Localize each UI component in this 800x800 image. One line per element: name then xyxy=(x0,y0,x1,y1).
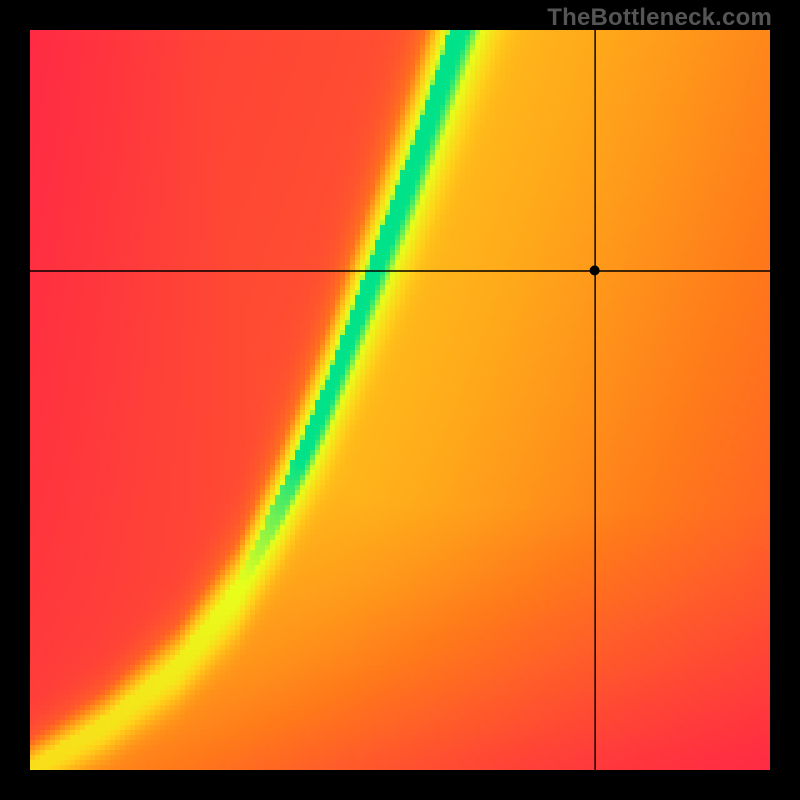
chart-container: TheBottleneck.com xyxy=(0,0,800,800)
watermark-text: TheBottleneck.com xyxy=(547,4,772,32)
bottleneck-heatmap xyxy=(0,0,800,800)
